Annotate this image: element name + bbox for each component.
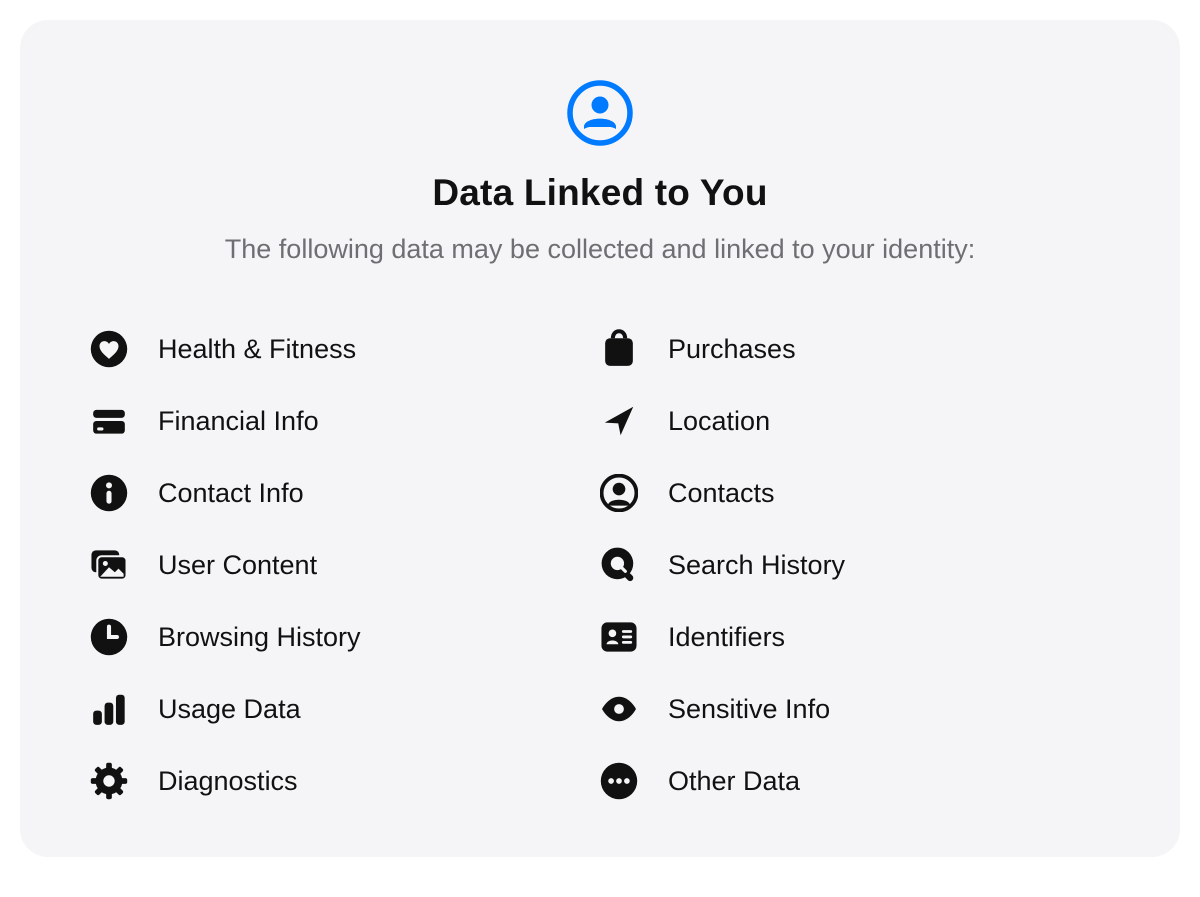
data-type-search-history: Search History xyxy=(600,529,1110,601)
data-type-other-data: Other Data xyxy=(600,745,1110,817)
left-column: Health & Fitness Financial Info Contact … xyxy=(90,313,600,817)
data-type-label: Search History xyxy=(668,550,845,581)
data-type-label: Diagnostics xyxy=(158,766,298,797)
contacts-icon xyxy=(600,474,638,512)
data-type-contacts: Contacts xyxy=(600,457,1110,529)
data-type-label: Identifiers xyxy=(668,622,785,653)
data-type-usage-data: Usage Data xyxy=(90,673,600,745)
data-type-label: Financial Info xyxy=(158,406,319,437)
data-type-user-content: User Content xyxy=(90,529,600,601)
gear-icon xyxy=(90,762,128,800)
credit-card-icon xyxy=(90,402,128,440)
eye-icon xyxy=(600,690,638,728)
privacy-card: Data Linked to You The following data ma… xyxy=(20,20,1180,857)
photo-stack-icon xyxy=(90,546,128,584)
data-type-label: Browsing History xyxy=(158,622,361,653)
data-type-purchases: Purchases xyxy=(600,313,1110,385)
card-subtitle: The following data may be collected and … xyxy=(225,232,975,267)
data-type-browsing-history: Browsing History xyxy=(90,601,600,673)
data-type-label: Other Data xyxy=(668,766,800,797)
shopping-bag-icon xyxy=(600,330,638,368)
search-icon xyxy=(600,546,638,584)
data-type-location: Location xyxy=(600,385,1110,457)
data-type-financial-info: Financial Info xyxy=(90,385,600,457)
data-type-label: Sensitive Info xyxy=(668,694,830,725)
info-icon xyxy=(90,474,128,512)
data-type-label: Purchases xyxy=(668,334,796,365)
data-type-label: User Content xyxy=(158,550,317,581)
id-card-icon xyxy=(600,618,638,656)
right-column: Purchases Location Contacts Search Histo… xyxy=(600,313,1110,817)
data-type-sensitive-info: Sensitive Info xyxy=(600,673,1110,745)
data-type-label: Health & Fitness xyxy=(158,334,356,365)
bar-chart-icon xyxy=(90,690,128,728)
person-circle-icon xyxy=(567,80,633,146)
data-type-label: Location xyxy=(668,406,770,437)
data-type-label: Usage Data xyxy=(158,694,301,725)
data-type-health-fitness: Health & Fitness xyxy=(90,313,600,385)
data-type-label: Contacts xyxy=(668,478,775,509)
clock-icon xyxy=(90,618,128,656)
location-arrow-icon xyxy=(600,402,638,440)
data-type-label: Contact Info xyxy=(158,478,304,509)
ellipsis-icon xyxy=(600,762,638,800)
heart-icon xyxy=(90,330,128,368)
data-type-contact-info: Contact Info xyxy=(90,457,600,529)
data-type-diagnostics: Diagnostics xyxy=(90,745,600,817)
card-title: Data Linked to You xyxy=(432,172,767,214)
data-type-columns: Health & Fitness Financial Info Contact … xyxy=(20,313,1180,817)
data-type-identifiers: Identifiers xyxy=(600,601,1110,673)
